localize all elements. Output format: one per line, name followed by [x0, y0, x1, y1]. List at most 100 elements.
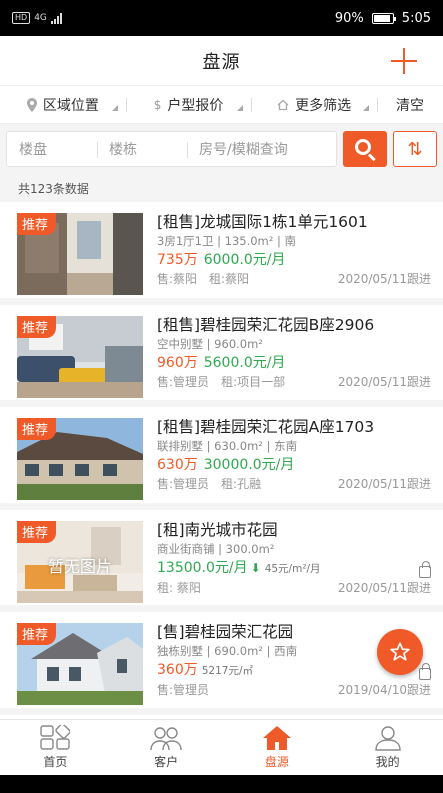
listing-price: 13500.0元/月 ⬇ 45元/m²/月 [157, 558, 431, 579]
listing-price: 735万 6000.0元/月 [157, 250, 431, 270]
follow-date: 2020/05/11跟进 [337, 374, 431, 389]
tab-listings[interactable]: 盘源 [222, 720, 333, 775]
follow-date: 2019/04/10跟进 [337, 683, 431, 697]
tab-home[interactable]: 首页 [0, 720, 111, 775]
listing-photo: 推荐 暂无图片 [17, 520, 143, 603]
lock-icon [419, 560, 431, 578]
grid-icon [40, 725, 71, 750]
people-icon [150, 727, 182, 751]
clear-filters-label: 清空 [396, 97, 425, 114]
recommend-badge: 推荐 [17, 520, 57, 543]
room-input[interactable]: 房号/模糊查询 [187, 132, 336, 166]
rent-agent: 租:孔融 [221, 477, 262, 491]
rent-agent: 租: 蔡阳 [157, 580, 201, 595]
clear-filters-button[interactable]: 清空 [377, 86, 443, 123]
battery-icon [371, 12, 396, 24]
sort-button[interactable]: ⇅ [393, 131, 437, 167]
listing-title: [租售]龙城国际1栋1单元1601 [157, 213, 368, 231]
status-bar: HD 4G 90% 5:05 [0, 0, 443, 36]
app-header: 盘源 [0, 36, 443, 86]
listing-price: 630万 30000.0元/月 [157, 455, 431, 475]
sale-agent: 售:管理员 [157, 477, 210, 491]
sale-price: 960万 [157, 354, 198, 371]
tab-listings-label: 盘源 [264, 755, 289, 769]
no-image-label: 暂无图片 [47, 556, 112, 576]
plus-icon[interactable] [389, 46, 419, 76]
result-count: 共123条数据 [0, 174, 443, 202]
rent-agent: 租:项目一部 [221, 374, 286, 389]
sale-agent: 售:管理员 [157, 683, 210, 697]
listing-list: 推荐 [租售]龙城国际1栋1单元1601 3房1厅1卫 | 135.0m² | … [0, 202, 443, 715]
tab-bar: 首页 客户 盘源 我的 [0, 719, 443, 775]
unit-price: 5217元/㎡ [201, 665, 253, 677]
recommend-badge: 推荐 [17, 315, 57, 338]
tab-customers[interactable]: 客户 [111, 720, 222, 775]
star-icon [390, 642, 410, 661]
unit-price: 45元/m²/月 [264, 562, 321, 575]
listing-price: 960万 5600.0元/月 [157, 353, 431, 373]
listing-spec: 3房1厅1卫 | 135.0m² | 南 [157, 234, 297, 248]
search-row: 楼盘 楼栋 房号/模糊查询 ⇅ [0, 124, 443, 174]
listing-title: [租售]碧桂园荣汇花园B座2906 [157, 315, 375, 334]
tab-profile-label: 我的 [375, 755, 400, 769]
filter-more[interactable]: 更多筛选 [251, 86, 377, 123]
list-item[interactable]: 推荐 [售]碧桂园荣汇花园 独栋别墅 | 690.0m² | 西南 360万 52… [0, 612, 443, 715]
signal-icon [50, 12, 62, 24]
filter-price[interactable]: $ 户型报价 [125, 86, 252, 123]
house-icon [262, 726, 291, 750]
rent-agent: 租:蔡阳 [209, 272, 250, 286]
list-item[interactable]: 推荐 [租售]碧桂园荣汇花园A座1703 联排别墅 | 630.0m² | 东南… [0, 407, 443, 510]
filter-more-label: 更多筛选 [295, 97, 352, 114]
listing-photo: 推荐 [17, 623, 143, 705]
sale-agent: 售:管理员 [157, 374, 210, 389]
down-arrow-icon: ⬇ [250, 560, 261, 575]
favorite-fab[interactable] [377, 629, 423, 675]
list-item[interactable]: 推荐 [租售]龙城国际1栋1单元1601 3房1厅1卫 | 135.0m² | … [0, 202, 443, 305]
recommend-badge: 推荐 [17, 418, 57, 440]
network-indicator: HD 4G [12, 12, 62, 24]
recommend-badge: 推荐 [17, 623, 57, 645]
follow-date: 2020/05/11跟进 [337, 477, 431, 491]
filter-price-label: 户型报价 [167, 97, 224, 114]
search-button[interactable] [343, 131, 387, 167]
hd-badge: HD [12, 12, 31, 24]
battery-percent: 90% [334, 10, 364, 26]
tab-profile[interactable]: 我的 [332, 720, 443, 775]
lock-icon [419, 663, 431, 680]
tab-home-label: 首页 [43, 755, 68, 769]
sale-price: 360万 [157, 662, 198, 678]
sale-agent: 售:蔡阳 [157, 272, 198, 286]
building-input[interactable]: 楼盘 [7, 132, 97, 166]
listing-spec: 商业街商铺 | 300.0m² [157, 541, 275, 556]
page-title: 盘源 [202, 51, 241, 73]
listing-title: [租]南光城市花园 [157, 520, 278, 539]
clock: 5:05 [401, 10, 431, 26]
dropdown-triangle-icon [111, 105, 118, 111]
recommend-badge: 推荐 [17, 213, 57, 235]
sale-price: 735万 [157, 252, 198, 268]
filter-area[interactable]: 区域位置 [0, 86, 126, 123]
tower-input[interactable]: 楼栋 [97, 132, 187, 166]
search-icon [355, 139, 371, 155]
tab-customers-label: 客户 [154, 755, 179, 769]
search-box: 楼盘 楼栋 房号/模糊查询 [6, 131, 337, 167]
follow-date: 2020/05/11跟进 [337, 580, 431, 595]
filter-bar: 区域位置 $ 户型报价 更多筛选 清空 [0, 86, 443, 124]
sale-price: 630万 [157, 457, 198, 473]
listing-title: [租售]碧桂园荣汇花园A座1703 [157, 418, 375, 436]
rent-price: 13500.0元/月 [157, 559, 248, 576]
rent-price: 6000.0元/月 [203, 252, 286, 268]
list-item[interactable]: 推荐 [租售]碧桂园荣汇花园B座2906 空中别墅 | 960.0m² 960万… [0, 305, 443, 407]
rent-price: 5600.0元/月 [203, 354, 286, 371]
user-icon [374, 726, 401, 751]
follow-date: 2020/05/11跟进 [337, 272, 431, 286]
sort-icon: ⇅ [407, 138, 423, 160]
list-item[interactable]: 推荐 暂无图片 [租]南光城市花园 商业街商铺 | 300.0m² 13500.… [0, 510, 443, 612]
network-gen: 4G [34, 13, 47, 23]
listing-photo: 推荐 [17, 418, 143, 500]
home-icon [277, 99, 289, 110]
listing-spec: 联排别墅 | 630.0m² | 东南 [157, 439, 298, 453]
system-nav-bar [0, 775, 443, 793]
yuan-icon: $ [153, 97, 162, 112]
location-pin-icon [26, 97, 37, 112]
